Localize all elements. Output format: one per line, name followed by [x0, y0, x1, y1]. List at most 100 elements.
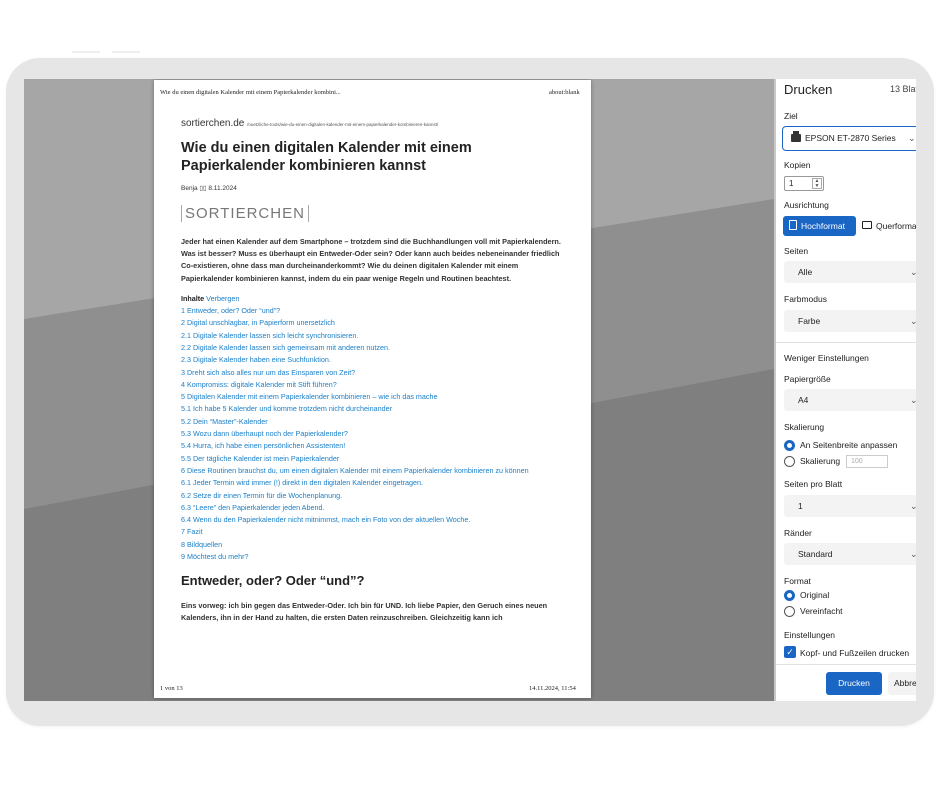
margins-label: Ränder — [784, 528, 812, 538]
toc-heading: Inhalte — [181, 293, 205, 303]
pages-value: Alle — [798, 267, 813, 277]
pages-per-sheet-select[interactable]: 1 ⌄ — [784, 495, 916, 517]
scale-fit-label: An Seitenbreite anpassen — [800, 440, 898, 450]
frame-top-highlight — [112, 51, 140, 53]
print-dialog-title: Drucken — [784, 82, 833, 97]
section-divider — [776, 342, 916, 343]
copies-value: 1 — [789, 179, 794, 188]
headers-footers-label: Kopf- und Fußzeilen drucken — [800, 648, 910, 658]
cancel-button[interactable]: Abbrechen — [888, 672, 916, 695]
destination-label: Ziel — [784, 111, 798, 121]
portrait-page-icon — [789, 220, 797, 230]
site-path: /nuetzliche-tools/wie-du-einen-digitalen… — [247, 122, 439, 127]
site-name: sortierchen.de — [181, 118, 245, 129]
toc-item: 6.3 “Leere” den Papierkalender jeden Abe… — [181, 502, 325, 512]
fewer-settings-toggle[interactable]: Weniger Einstellungen — [784, 353, 869, 363]
toc-toggle-link: Verbergen — [206, 293, 240, 303]
scale-fit-radio[interactable] — [784, 440, 795, 451]
landscape-label: Querformat — [876, 221, 916, 231]
table-of-contents: Inhalte Verbergen 1 Entweder, oder? Oder… — [181, 293, 566, 564]
chevron-down-icon: ⌄ — [910, 316, 916, 326]
format-original-label: Original — [800, 590, 830, 600]
toc-item: 5.5 Der tägliche Kalender ist mein Papie… — [181, 453, 340, 463]
format-simplified-radio[interactable] — [784, 606, 795, 617]
print-settings-panel: Drucken 13 Blatt Papier Ziel EPSON ET-28… — [776, 79, 916, 701]
page-header-title: Wie du einen digitalen Kalender mit eine… — [160, 89, 341, 96]
toc-item: 6.4 Wenn du den Papierkalender nicht mit… — [181, 515, 471, 525]
toc-item: 4 Kompromiss: digitale Kalender mit Stif… — [181, 379, 337, 389]
toc-item: 7 Fazit — [181, 527, 203, 537]
chevron-down-icon: ⌄ — [910, 395, 916, 405]
chevron-down-icon: ⌄ — [908, 133, 916, 143]
format-simplified-label: Vereinfacht — [800, 606, 843, 616]
margins-value: Standard — [798, 549, 833, 559]
paper-size-label: Papiergröße — [784, 374, 831, 384]
section-heading: Entweder, oder? Oder “und”? — [181, 573, 365, 589]
toc-item: 6 Diese Routinen brauchst du, um einen d… — [181, 465, 529, 475]
site-line: sortierchen.de /nuetzliche-tools/wie-du-… — [181, 118, 566, 129]
destination-select[interactable]: EPSON ET-2870 Series ⌄ — [782, 126, 916, 151]
chevron-down-icon: ⌄ — [910, 549, 916, 559]
copies-label: Kopien — [784, 160, 811, 170]
toc-item: 1 Entweder, oder? Oder “und”? — [181, 306, 281, 316]
print-button[interactable]: Drucken — [826, 672, 882, 695]
article-intro: Jeder hat einen Kalender auf dem Smartph… — [181, 237, 561, 283]
format-original-radio[interactable] — [784, 590, 795, 601]
settings-label: Einstellungen — [784, 630, 836, 640]
landscape-button[interactable]: Querformat — [858, 216, 916, 236]
scale-custom-radio[interactable] — [784, 456, 795, 467]
scale-percent-input[interactable]: 100 — [846, 455, 888, 468]
toc-item: 5.4 Hurra, ich habe einen persönlichen A… — [181, 441, 346, 451]
toc-item: 2.3 Digitale Kalender haben eine Suchfun… — [181, 355, 331, 365]
color-mode-label: Farbmodus — [784, 294, 827, 304]
printer-icon — [791, 131, 801, 142]
footer-divider — [776, 664, 916, 665]
toc-item: 5.3 Wozu dann überhaupt noch der Papierk… — [181, 429, 348, 439]
pages-select[interactable]: Alle ⌄ — [784, 261, 916, 283]
toc-item: 5 Digitalen Kalender mit einem Papierkal… — [181, 392, 438, 402]
orientation-label: Ausrichtung — [784, 200, 829, 210]
toc-item: 2.1 Digitale Kalender lassen sich leicht… — [181, 330, 359, 340]
preview-page: Wie du einen digitalen Kalender mit eine… — [154, 80, 591, 698]
toc-item: 2 Digital unschlagbar, in Papierform une… — [181, 318, 335, 328]
pages-label: Seiten — [784, 246, 809, 256]
page-footer-date: 14.11.2024, 11:54 — [529, 685, 576, 692]
toc-item: 3 Dreht sich also alles nur um das Einsp… — [181, 367, 356, 377]
landscape-page-icon — [862, 221, 872, 229]
screen: Wie du einen digitalen Kalender mit eine… — [24, 79, 916, 701]
sheet-count: 13 Blatt Papier — [890, 84, 916, 94]
sortierchen-logo: SORTIERCHEN — [181, 205, 309, 222]
portrait-label: Hochformat — [801, 221, 845, 231]
toc-item: 8 Bildquellen — [181, 539, 223, 549]
toc-item: 9 Möchtest du mehr? — [181, 552, 249, 562]
frame-top-highlight — [72, 51, 100, 53]
article-meta: Benja ▯▯ 8.11.2024 — [181, 185, 237, 192]
article-title: Wie du einen digitalen Kalender mit eine… — [181, 140, 472, 174]
toc-item: 6.2 Setze dir einen Termin für die Woche… — [181, 490, 343, 500]
chevron-down-icon: ⌄ — [910, 501, 916, 511]
copies-stepper[interactable]: 1 ▲ ▼ — [784, 176, 824, 191]
toc-item: 2.2 Digitale Kalender lassen sich gemein… — [181, 343, 390, 352]
section-text: Eins vorweg: ich bin gegen das Entweder-… — [181, 601, 548, 623]
color-mode-select[interactable]: Farbe ⌄ — [784, 310, 916, 332]
format-label: Format — [784, 576, 811, 586]
portrait-button[interactable]: Hochformat — [783, 216, 856, 236]
destination-value: EPSON ET-2870 Series — [805, 133, 896, 143]
page-footer-count: 1 von 13 — [160, 685, 183, 692]
margins-select[interactable]: Standard ⌄ — [784, 543, 916, 565]
chevron-down-icon: ⌄ — [910, 267, 916, 277]
page-header-url: about:blank — [549, 89, 580, 96]
color-mode-value: Farbe — [798, 316, 821, 326]
spinner-arrows-icon[interactable]: ▲ ▼ — [812, 178, 822, 189]
scaling-label: Skalierung — [784, 422, 825, 432]
pages-per-sheet-value: 1 — [798, 501, 803, 511]
headers-footers-checkbox[interactable]: ✓ — [784, 646, 796, 658]
paper-size-select[interactable]: A4 ⌄ — [784, 389, 916, 411]
print-preview-area[interactable]: Wie du einen digitalen Kalender mit eine… — [24, 79, 774, 701]
page-content: sortierchen.de /nuetzliche-tools/wie-du-… — [181, 118, 566, 624]
scale-custom-label: Skalierung — [800, 456, 841, 466]
toc-item: 6.1 Jeder Termin wird immer (!) direkt i… — [181, 478, 423, 488]
paper-size-value: A4 — [798, 395, 809, 405]
pages-per-sheet-label: Seiten pro Blatt — [784, 479, 843, 489]
toc-item: 5.1 Ich habe 5 Kalender und komme trotzd… — [181, 404, 392, 414]
